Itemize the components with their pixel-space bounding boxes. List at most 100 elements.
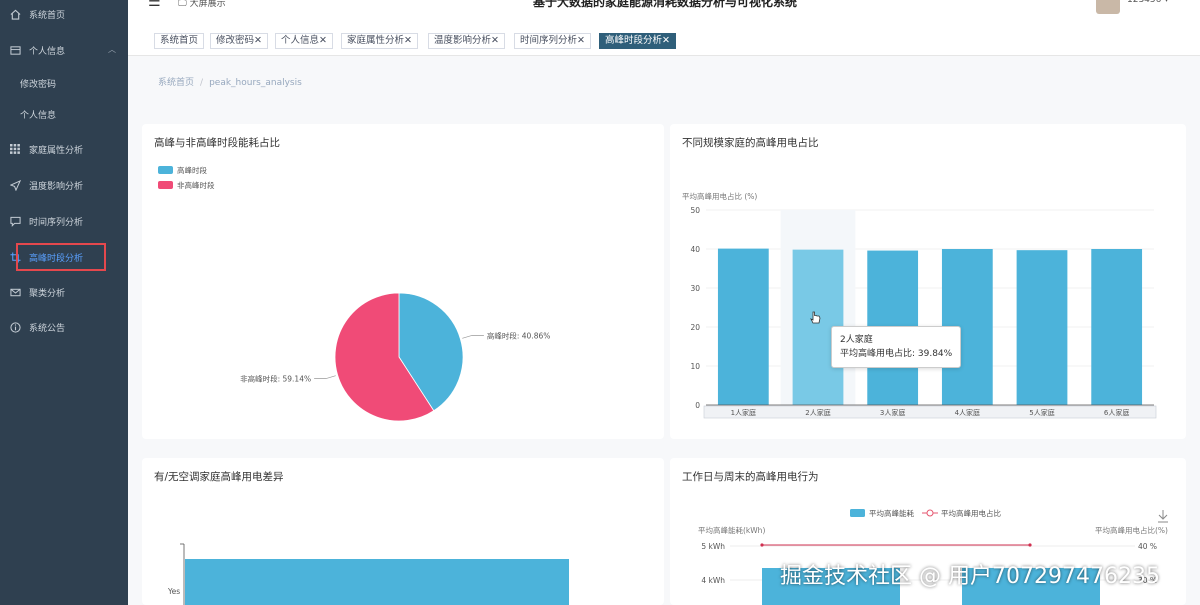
close-icon[interactable]: ✕ xyxy=(577,35,585,46)
close-icon[interactable]: ✕ xyxy=(491,35,499,46)
y-tick-label: 50 xyxy=(690,206,700,215)
y-axis-label-left: 平均高峰能耗(kWh) xyxy=(698,525,765,535)
legend-label: 非高峰时段 xyxy=(177,180,215,190)
label-leader-line xyxy=(314,375,336,379)
main-content: 系统首页 / peak_hours_analysis 高峰与非高峰时段能耗占比 高峰… xyxy=(128,56,1200,605)
ac-bar-yes xyxy=(185,559,569,605)
breadcrumb: 系统首页 / peak_hours_analysis xyxy=(158,78,302,88)
tag-peak-hours[interactable]: 高峰时段分析✕ xyxy=(599,33,676,49)
sidebar-item-label: 系统首页 xyxy=(29,10,66,21)
legend-swatch-dot xyxy=(926,509,934,517)
user-dropdown[interactable]: 123456 ▾ xyxy=(1127,0,1169,5)
user-icon xyxy=(8,43,22,57)
x-tick-label: 5人家庭 xyxy=(1029,408,1054,417)
sidebar-item-label: 修改密码 xyxy=(20,79,57,90)
sidebar-item-time-series[interactable]: 时间序列分析 xyxy=(0,207,128,235)
legend-label: 平均高峰能耗 xyxy=(869,508,914,518)
sidebar-item-home[interactable]: 系统首页 xyxy=(0,0,128,28)
close-icon[interactable]: ✕ xyxy=(404,35,412,46)
tag-time-series[interactable]: 时间序列分析✕ xyxy=(514,33,591,49)
data-zoom-slider xyxy=(703,405,1157,419)
breadcrumb-current: peak_hours_analysis xyxy=(209,78,302,88)
caret-down-icon: ▾ xyxy=(1164,0,1169,5)
label-leader-line xyxy=(462,335,484,339)
y-tick-label: 40 xyxy=(690,245,700,254)
mouse-cursor-icon xyxy=(810,311,821,324)
tooltip-title: 2人家庭 xyxy=(840,335,873,345)
mail-icon xyxy=(8,285,22,299)
hamburger-icon[interactable]: ☰ xyxy=(148,0,161,10)
category-label: Yes xyxy=(167,587,180,596)
y-tick-label: 0 xyxy=(695,401,700,410)
y-tick-label: 30 xyxy=(690,284,700,293)
header: ☰ 🖵 大屏展示 基于大数据的家庭能源消耗数据分析与可视化系统 123456 ▾ xyxy=(128,0,1200,28)
x-tick-label: 4人家庭 xyxy=(955,408,980,417)
watermark-text: 掘金技术社区 @ 用户707297476235 xyxy=(780,564,1160,589)
breadcrumb-home[interactable]: 系统首页 xyxy=(158,78,194,88)
sidebar: 系统首页 个人信息 ︿ 修改密码 个人信息 家庭属性分析 温度影响分析 时间序列… xyxy=(0,0,128,605)
sidebar-item-label: 家庭属性分析 xyxy=(29,145,84,156)
y-tick-label: 40 % xyxy=(1138,542,1157,551)
bar xyxy=(1016,250,1068,405)
x-tick-label: 2人家庭 xyxy=(805,408,830,417)
sidebar-item-temperature-analysis[interactable]: 温度影响分析 xyxy=(0,171,128,199)
avatar[interactable] xyxy=(1096,0,1120,14)
ac-card: 有/无空调家庭高峰用电差异 Yes xyxy=(142,458,664,605)
tag-personal-info[interactable]: 个人信息✕ xyxy=(275,33,333,49)
close-icon[interactable]: ✕ xyxy=(319,35,327,46)
legend-swatch xyxy=(158,181,173,189)
tooltip-value: 平均高峰用电占比: 39.84% xyxy=(840,349,953,359)
bar-chart: 平均高峰用电占比 (%) 0 10 20 30 40 50 1人家庭 2人家庭 3人家庭 4人家… xyxy=(682,191,1157,419)
sidebar-item-label: 系统公告 xyxy=(29,323,66,334)
sidebar-item-profile[interactable]: 个人信息 ︿ xyxy=(0,36,128,64)
legend-label: 平均高峰用电占比 xyxy=(941,508,1001,518)
sidebar-item-cluster[interactable]: 聚类分析 xyxy=(0,278,128,306)
info-icon xyxy=(8,320,22,334)
y-tick-label: 20 xyxy=(690,323,700,332)
send-icon xyxy=(8,178,22,192)
pie-label: 高峰时段: 40.86% xyxy=(487,330,551,340)
sidebar-item-label: 时间序列分析 xyxy=(29,217,84,228)
x-tick-label: 1人家庭 xyxy=(731,408,756,417)
ac-chart: Yes xyxy=(167,543,569,605)
sidebar-item-personal-info[interactable]: 个人信息 xyxy=(0,100,128,128)
home-icon xyxy=(8,7,22,21)
tag-household-analysis[interactable]: 家庭属性分析✕ xyxy=(341,33,418,49)
sidebar-item-household-analysis[interactable]: 家庭属性分析 xyxy=(0,135,128,163)
bar-card: 不同规模家庭的高峰用电占比 平均高峰用电占比 (%) 0 10 20 30 40 50 1… xyxy=(670,124,1186,439)
download-icon[interactable] xyxy=(1158,510,1168,523)
y-axis-label-right: 平均高峰用电占比(%) xyxy=(1095,525,1168,535)
fullscreen-link[interactable]: 🖵 大屏展示 xyxy=(178,0,226,9)
sidebar-item-label: 个人信息 xyxy=(29,46,66,57)
sidebar-item-change-password[interactable]: 修改密码 xyxy=(0,69,128,97)
close-icon[interactable]: ✕ xyxy=(254,35,262,46)
tags-view: 系统首页 修改密码✕ 个人信息✕ 家庭属性分析✕ 温度影响分析✕ 时间序列分析✕… xyxy=(128,28,1200,56)
sidebar-item-label: 个人信息 xyxy=(20,110,57,121)
monitor-icon: 🖵 xyxy=(178,0,187,9)
sidebar-item-label: 温度影响分析 xyxy=(29,181,84,192)
sidebar-item-label: 聚类分析 xyxy=(29,288,66,299)
sidebar-item-announcements[interactable]: 系统公告 xyxy=(0,313,128,341)
legend-label: 高峰时段 xyxy=(177,165,207,175)
y-tick-label: 4 kWh xyxy=(701,576,725,585)
chat-icon xyxy=(8,214,22,228)
pie-label: 非高峰时段: 59.14% xyxy=(240,374,311,384)
legend-swatch xyxy=(158,166,173,174)
close-icon[interactable]: ✕ xyxy=(662,35,670,46)
tag-change-password[interactable]: 修改密码✕ xyxy=(210,33,268,49)
line-point xyxy=(1028,543,1032,547)
y-tick-label: 5 kWh xyxy=(701,542,725,551)
bar xyxy=(717,248,769,405)
tag-home[interactable]: 系统首页 xyxy=(154,33,205,49)
highlight-box xyxy=(16,243,106,271)
pie-chart: 高峰时段非高峰时段 高峰时段: 40.86% 非高峰时段: 59.14% xyxy=(158,165,551,422)
bar xyxy=(1091,249,1143,405)
x-tick-label: 6人家庭 xyxy=(1104,408,1129,417)
chart-tooltip: 2人家庭 平均高峰用电占比: 39.84% xyxy=(831,326,962,368)
legend-swatch-bar xyxy=(850,509,865,517)
grid-icon xyxy=(8,142,22,156)
system-title: 基于大数据的家庭能源消耗数据分析与可视化系统 xyxy=(533,0,798,9)
tag-temperature-analysis[interactable]: 温度影响分析✕ xyxy=(428,33,505,49)
y-axis-label: 平均高峰用电占比 (%) xyxy=(682,191,757,201)
pie-card: 高峰与非高峰时段能耗占比 高峰时段 非高峰时段 高峰时段: 40.86% 非高峰时段… xyxy=(142,124,664,439)
